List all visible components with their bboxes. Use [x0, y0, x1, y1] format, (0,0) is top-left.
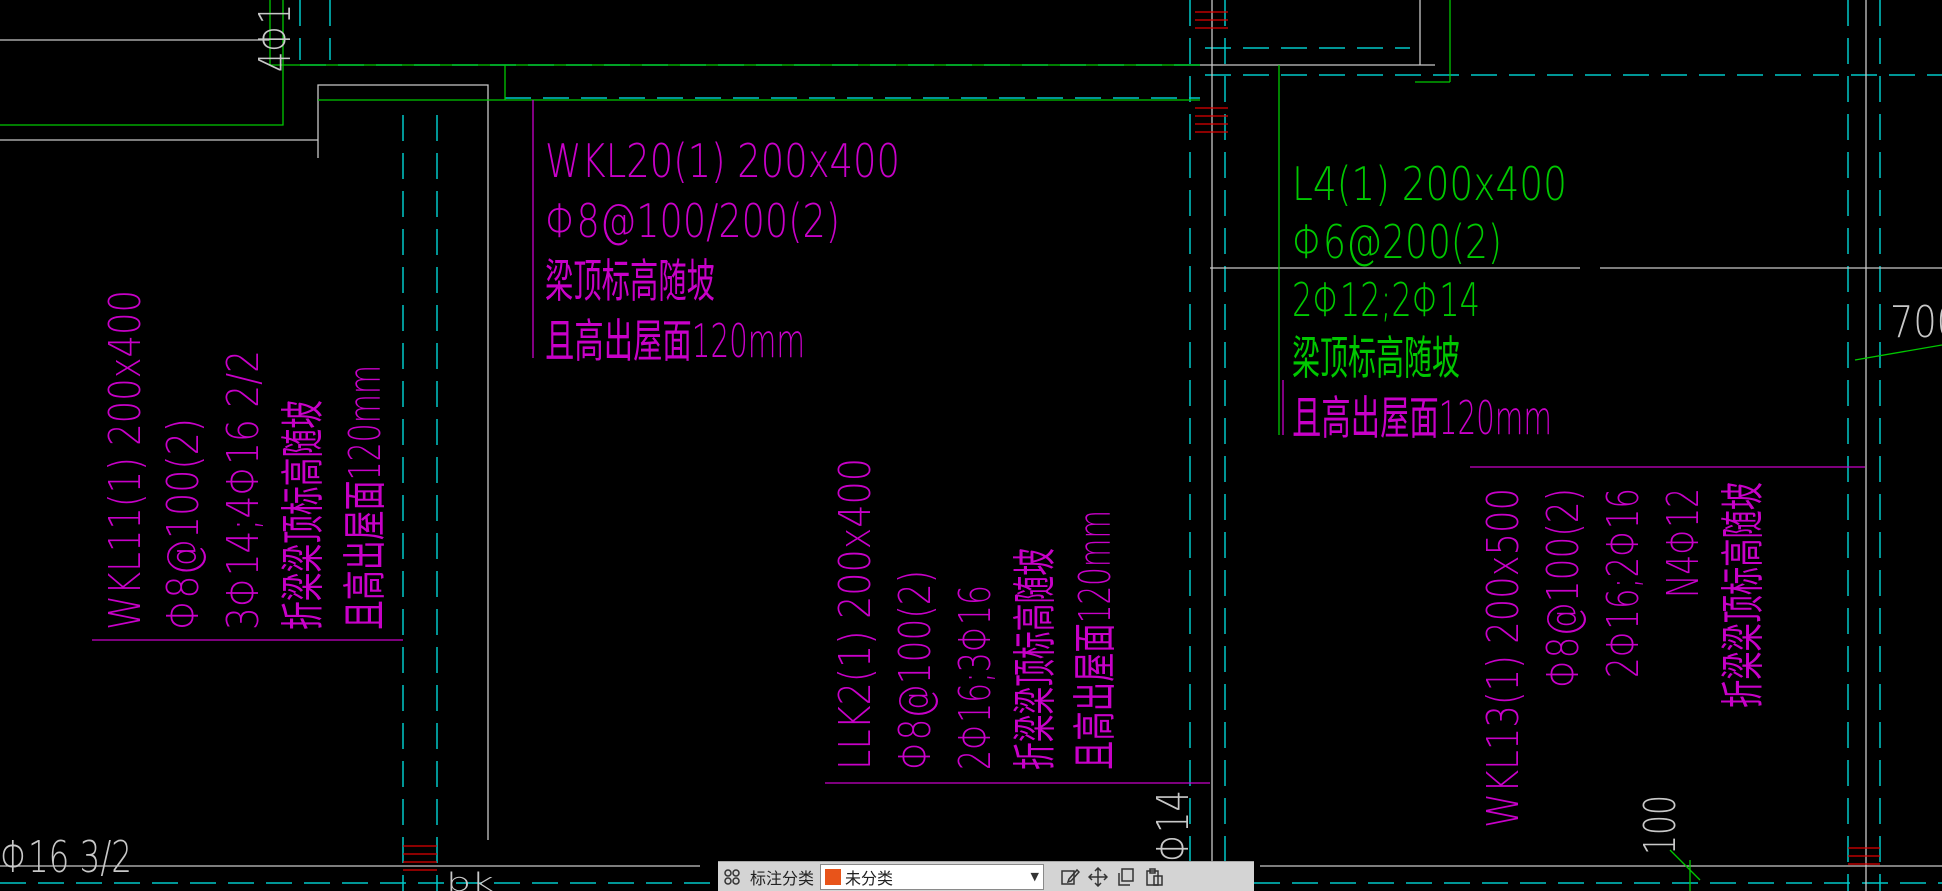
label-bottom-left: Φ16 3/2	[0, 832, 132, 883]
label-bottom-fragment: bk	[446, 868, 494, 891]
annotation-toolbar: 标注分类 未分类 ▼	[718, 861, 1254, 891]
copy-icon[interactable]	[1112, 864, 1140, 890]
category-label: 标注分类	[750, 868, 815, 888]
llk2-line5: 且高出屋面120mm	[1070, 510, 1121, 770]
move-icon[interactable]	[1084, 864, 1112, 890]
wkl13-line1: WKL13(1) 200x500	[1478, 488, 1529, 828]
annotation-wkl11: WKL11(1) 200x400 Φ8@100(2) 3Φ14;4Φ16 2/2…	[100, 290, 391, 630]
annotation-wkl20: WKL20(1) 200x400 Φ8@100/200(2) 梁顶标高随坡 且高…	[545, 134, 900, 368]
label-right-edge: 700	[1890, 297, 1942, 348]
label-dim100: 100	[1635, 795, 1686, 855]
l4-line2: Φ6@200(2)	[1292, 215, 1502, 269]
chevron-down-icon: ▼	[1030, 870, 1040, 883]
wkl13-line5: 折梁梁顶标高随坡	[1718, 482, 1769, 708]
category-select-value: 未分类	[845, 868, 894, 888]
wkl11-line5: 且高出屋面120mm	[340, 365, 391, 630]
llk2-line4: 折梁梁顶标高随坡	[1010, 548, 1061, 770]
wkl13-line4: N4Φ12	[1658, 488, 1709, 598]
llk2-line2: Φ8@100(2)	[890, 570, 941, 770]
label-top-left: 4Φ1	[250, 4, 301, 72]
wkl20-line1: WKL20(1) 200x400	[545, 134, 900, 188]
llk2-line3: 2Φ16;3Φ16	[950, 585, 1001, 770]
category-color-swatch	[825, 868, 842, 885]
wkl13-line2: Φ8@100(2)	[1538, 488, 1589, 688]
wkl11-line1: WKL11(1) 200x400	[100, 290, 151, 630]
l4-line5: 且高出屋面120mm	[1292, 391, 1552, 445]
cad-drawing-canvas[interactable]: WKL20(1) 200x400 Φ8@100/200(2) 梁顶标高随坡 且高…	[0, 0, 1942, 891]
category-select[interactable]: 未分类 ▼	[820, 863, 1045, 890]
label-phi14: Φ14	[1148, 790, 1199, 862]
wkl20-line2: Φ8@100/200(2)	[545, 194, 840, 248]
annotation-wkl13: WKL13(1) 200x500 Φ8@100(2) 2Φ16;2Φ16 N4Φ…	[1478, 482, 1769, 828]
grid-icon[interactable]	[718, 864, 746, 890]
wkl11-line3: 3Φ14;4Φ16 2/2	[218, 350, 269, 630]
l4-line4: 梁顶标高随坡	[1292, 331, 1460, 385]
edit-icon[interactable]	[1056, 864, 1084, 890]
llk2-line1: LLK2(1) 200x400	[830, 458, 881, 770]
paste-icon[interactable]	[1140, 864, 1168, 890]
l4-line3: 2Φ12;2Φ14	[1292, 273, 1480, 327]
wkl20-line3: 梁顶标高随坡	[545, 254, 715, 308]
l4-line1: L4(1) 200x400	[1292, 157, 1567, 211]
annotation-llk2: LLK2(1) 200x400 Φ8@100(2) 2Φ16;3Φ16 折梁梁顶…	[830, 458, 1121, 770]
wkl20-line4: 且高出屋面120mm	[545, 314, 805, 368]
annotation-l4: L4(1) 200x400 Φ6@200(2) 2Φ12;2Φ14 梁顶标高随坡…	[1292, 157, 1567, 445]
wkl13-line3: 2Φ16;2Φ16	[1598, 488, 1649, 678]
wkl11-line4: 折梁梁顶标高随坡	[278, 400, 329, 630]
wkl11-line2: Φ8@100(2)	[158, 418, 209, 630]
